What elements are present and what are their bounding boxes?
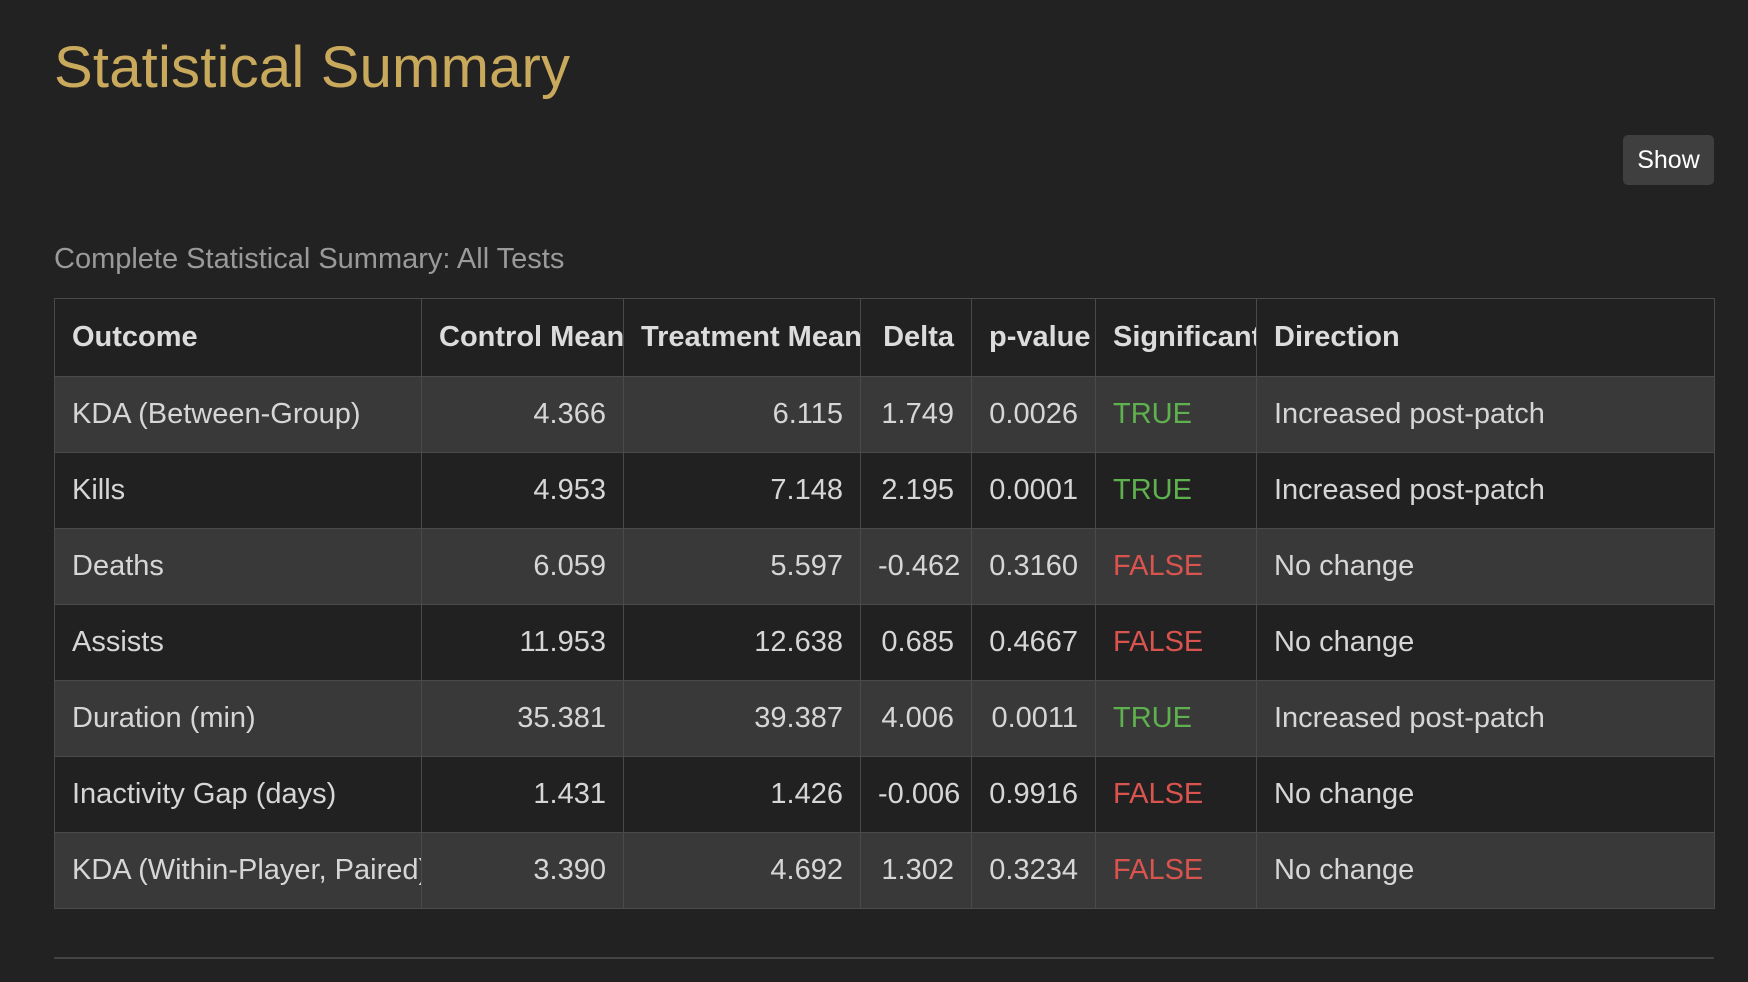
cell-control-mean: 4.953 (421, 452, 624, 529)
table-row: Duration (min) 35.381 39.387 4.006 0.0011 TRU… (54, 680, 1715, 757)
table-row: Inactivity Gap (days) 1.431 1.426 -0.006 0.9… (54, 756, 1715, 833)
cell-treatment-mean: 1.426 (623, 756, 861, 833)
cell-delta: 2.195 (860, 452, 972, 529)
table-row: Kills 4.953 7.148 2.195 0.0001 TRUE Increased … (54, 452, 1715, 529)
table-row: KDA (Between-Group) 4.366 6.115 1.749 0.0026… (54, 376, 1715, 453)
cell-control-mean: 4.366 (421, 376, 624, 453)
cell-control-mean: 35.381 (421, 680, 624, 757)
cell-treatment-mean: 4.692 (623, 832, 861, 909)
cell-treatment-mean: 6.115 (623, 376, 861, 453)
cell-control-mean: 3.390 (421, 832, 624, 909)
cell-outcome: Inactivity Gap (days) (54, 756, 422, 833)
cell-significant: TRUE (1095, 376, 1257, 453)
cell-delta: 0.685 (860, 604, 972, 681)
cell-treatment-mean: 39.387 (623, 680, 861, 757)
cell-control-mean: 11.953 (421, 604, 624, 681)
table-row: Assists 11.953 12.638 0.685 0.4667 FALSE No ch… (54, 604, 1715, 681)
cell-outcome: Assists (54, 604, 422, 681)
cell-control-mean: 1.431 (421, 756, 624, 833)
cell-delta: -0.006 (860, 756, 972, 833)
cell-control-mean: 6.059 (421, 528, 624, 605)
cell-outcome: Deaths (54, 528, 422, 605)
cell-direction: No change (1256, 756, 1715, 833)
cell-delta: 4.006 (860, 680, 972, 757)
cell-direction: Increased post-patch (1256, 680, 1715, 757)
statistical-summary-table: Outcome Control Mean Treatment Mean Delt… (54, 298, 1715, 909)
cell-significant: FALSE (1095, 756, 1257, 833)
cell-significant: TRUE (1095, 680, 1257, 757)
table-caption: Complete Statistical Summary: All Tests (54, 243, 565, 275)
cell-outcome: Kills (54, 452, 422, 529)
cell-direction: Increased post-patch (1256, 376, 1715, 453)
cell-direction: No change (1256, 528, 1715, 605)
cell-p-value: 0.3160 (971, 528, 1096, 605)
summary-table-container: Outcome Control Mean Treatment Mean Delt… (54, 298, 1715, 909)
cell-treatment-mean: 12.638 (623, 604, 861, 681)
header-treatment-mean: Treatment Mean (623, 298, 861, 377)
cell-outcome: KDA (Between-Group) (54, 376, 422, 453)
table-row: KDA (Within-Player, Paired) 3.390 4.692 1.3… (54, 832, 1715, 909)
cell-delta: 1.302 (860, 832, 972, 909)
header-direction: Direction (1256, 298, 1715, 377)
cell-delta: 1.749 (860, 376, 972, 453)
cell-direction: Increased post-patch (1256, 452, 1715, 529)
cell-direction: No change (1256, 832, 1715, 909)
table-row: Deaths 6.059 5.597 -0.462 0.3160 FALSE No chan… (54, 528, 1715, 605)
header-significant: Significant (1095, 298, 1257, 377)
cell-p-value: 0.3234 (971, 832, 1096, 909)
cell-outcome: KDA (Within-Player, Paired) (54, 832, 422, 909)
cell-treatment-mean: 7.148 (623, 452, 861, 529)
header-outcome: Outcome (54, 298, 422, 377)
cell-outcome: Duration (min) (54, 680, 422, 757)
cell-p-value: 0.9916 (971, 756, 1096, 833)
cell-p-value: 0.0011 (971, 680, 1096, 757)
cell-p-value: 0.0026 (971, 376, 1096, 453)
table-header-row: Outcome Control Mean Treatment Mean Delt… (54, 298, 1715, 377)
cell-direction: No change (1256, 604, 1715, 681)
header-p-value: p-value (971, 298, 1096, 377)
section-divider (54, 957, 1714, 959)
cell-significant: FALSE (1095, 604, 1257, 681)
cell-significant: FALSE (1095, 528, 1257, 605)
header-control-mean: Control Mean (421, 298, 624, 377)
cell-significant: FALSE (1095, 832, 1257, 909)
cell-significant: TRUE (1095, 452, 1257, 529)
cell-delta: -0.462 (860, 528, 972, 605)
cell-treatment-mean: 5.597 (623, 528, 861, 605)
header-delta: Delta (860, 298, 972, 377)
cell-p-value: 0.4667 (971, 604, 1096, 681)
table-body: KDA (Between-Group) 4.366 6.115 1.749 0.0026… (54, 376, 1715, 909)
cell-p-value: 0.0001 (971, 452, 1096, 529)
show-button[interactable]: Show (1623, 135, 1714, 185)
page-title: Statistical Summary (54, 35, 571, 100)
